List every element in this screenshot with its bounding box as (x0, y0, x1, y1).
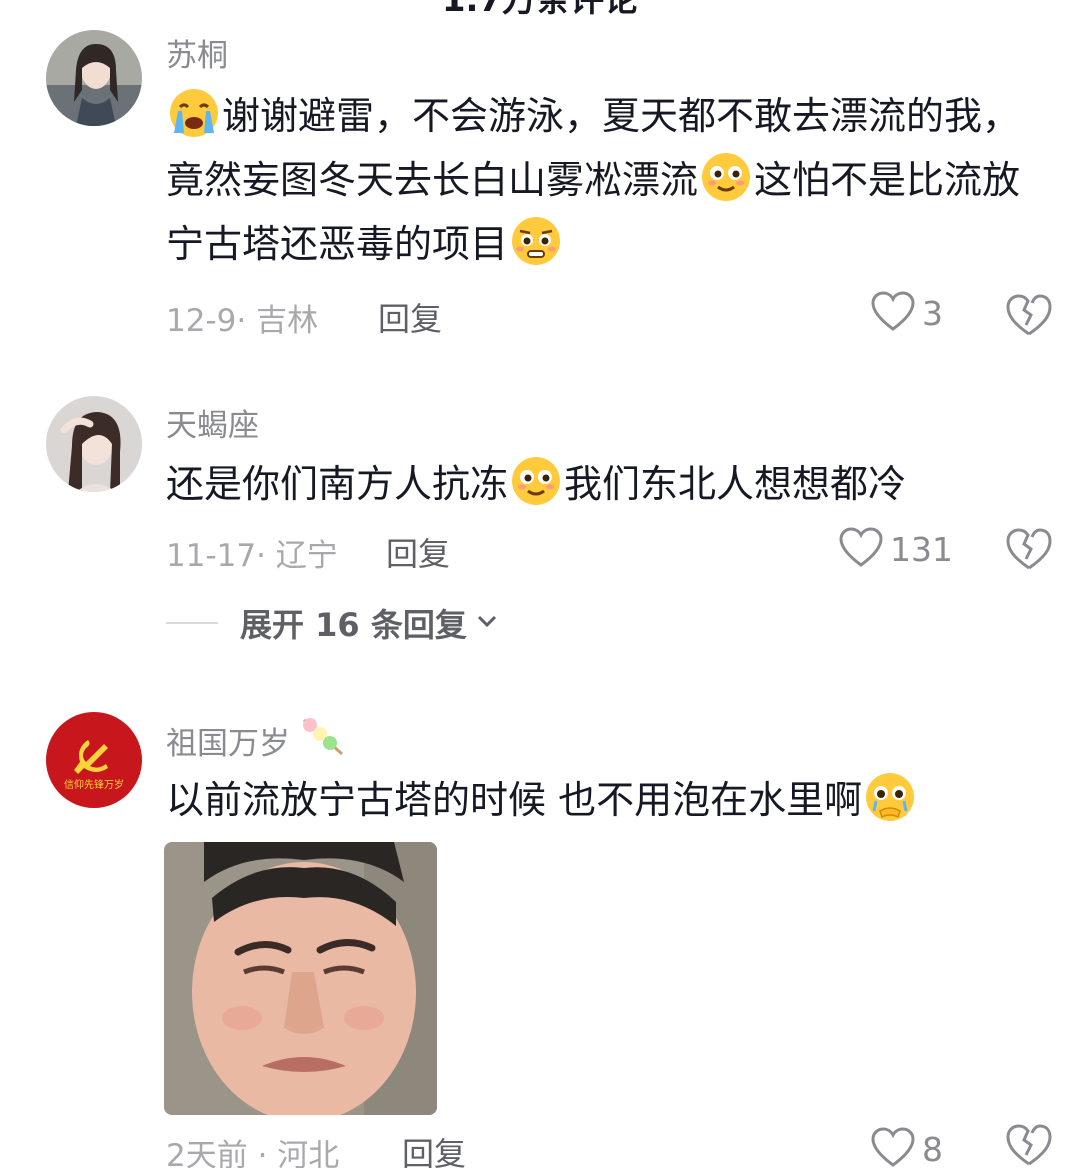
comment-date-location: 12-9· 吉林 (166, 303, 319, 339)
broken-heart-icon (1006, 294, 1052, 336)
comment-text-part: 以前流放宁古塔的时候 也不用泡在水里啊 (166, 778, 863, 822)
heart-icon (870, 1126, 916, 1168)
heart-icon (838, 526, 884, 572)
expand-replies-label: 展开 16 条回复 (240, 606, 467, 644)
smirk-emoji (700, 151, 752, 203)
like-count: 8 (922, 1129, 943, 1168)
smirk-emoji (510, 455, 562, 507)
avatar-text: 信仰先锋万岁 (64, 778, 124, 791)
comment-username[interactable]: 苏桐 (166, 30, 228, 75)
expand-replies-button[interactable]: 展开 16 条回复 (166, 600, 499, 646)
comment-username-text: 祖国万岁 (166, 725, 290, 762)
avatar[interactable] (46, 30, 142, 126)
broken-heart-icon (1006, 1124, 1052, 1166)
avatar[interactable] (46, 396, 142, 492)
crying-emoji (168, 87, 220, 139)
comment-text-part: 我们东北人想想都冷 (564, 462, 907, 506)
divider-line (166, 622, 218, 624)
dislike-button[interactable] (1004, 526, 1054, 572)
comment-text: 还是你们南方人抗冻 我们东北人想想都冷 (166, 452, 1046, 516)
dislike-button[interactable] (1004, 292, 1054, 338)
avatar[interactable]: 信仰先锋万岁 (46, 712, 142, 808)
comment-text: 以前流放宁古塔的时候 也不用泡在水里啊 (166, 768, 1046, 832)
heart-icon (870, 290, 916, 336)
comment-text-part: 还是你们南方人抗冻 (166, 462, 509, 506)
tanghulu-emoji (296, 714, 348, 766)
reply-button[interactable]: 回复 (386, 529, 450, 575)
comment-username[interactable]: 天蝎座 (166, 400, 259, 445)
comments-header-title: 1.7万条评论 (441, 0, 639, 20)
comment-date-location: 2天前 · 河北 (166, 1138, 340, 1168)
grimacing-man-sticker[interactable] (164, 842, 437, 1115)
like-button[interactable]: 131 (838, 526, 953, 572)
teary-emoji (864, 771, 916, 823)
comment-date-location: 11-17· 辽宁 (166, 538, 338, 574)
like-button[interactable]: 8 (870, 1126, 943, 1168)
like-count: 131 (890, 529, 953, 569)
reply-button[interactable]: 回复 (402, 1129, 466, 1168)
like-button[interactable]: 3 (870, 290, 943, 336)
pleading-emoji (510, 215, 562, 267)
reply-button[interactable]: 回复 (378, 294, 442, 340)
broken-heart-icon (1006, 528, 1052, 570)
chevron-down-icon (475, 613, 499, 633)
dislike-button[interactable] (1004, 1122, 1054, 1168)
comment-text: 谢谢避雷，不会游泳，夏天都不敢去漂流的我，竟然妄图冬天去长白山雾凇漂流 这怕不是… (166, 84, 1046, 276)
like-count: 3 (922, 293, 943, 333)
comment-username[interactable]: 祖国万岁 (166, 714, 348, 766)
